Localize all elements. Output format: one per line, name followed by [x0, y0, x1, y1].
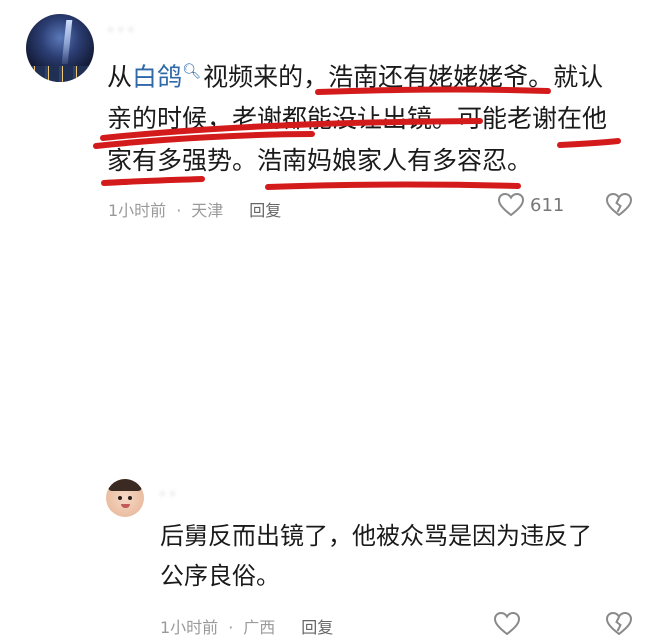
mention-search-icon[interactable]: 🔍︎	[182, 62, 201, 80]
avatar[interactable]	[106, 479, 144, 517]
avatar[interactable]	[26, 14, 94, 82]
heart-icon	[494, 612, 520, 636]
avatar-city-skyline	[26, 66, 94, 82]
avatar-mouth	[121, 504, 130, 508]
comment-line-text: 视频来的，浩南还有姥姥姥爷。就认	[203, 62, 604, 92]
username[interactable]: · · ·	[108, 20, 133, 39]
meta-separator: ·	[228, 618, 234, 637]
comment-time: 1小时前	[160, 618, 219, 637]
comment-line-1: 从白鸽🔍︎视频来的，浩南还有姥姥姥爷。就认	[107, 50, 642, 98]
comment-line-2: 亲的时候，老谢都能没让出镜。可能老谢在他	[107, 104, 608, 134]
broken-heart-icon	[606, 612, 632, 636]
username[interactable]: · ·	[160, 484, 175, 503]
comment-line-1: 后舅反而出镜了，他被众骂是因为违反了	[160, 522, 592, 550]
like-button[interactable]	[494, 612, 526, 636]
comment-line-2: 公序良俗。	[160, 562, 280, 590]
comment-time: 1小时前	[108, 201, 167, 220]
comment-location: 天津	[191, 201, 224, 220]
reply-button[interactable]: 回复	[249, 201, 281, 220]
comment-text: 从白鸽🔍︎视频来的，浩南还有姥姥姥爷。就认 亲的时候，老谢都能没让出镜。可能老谢…	[107, 50, 642, 182]
dislike-button[interactable]	[606, 612, 632, 640]
comment-text: 后舅反而出镜了，他被众骂是因为违反了 公序良俗。	[160, 516, 640, 596]
heart-icon	[498, 193, 524, 217]
comment-item: · · · 从白鸽🔍︎视频来的，浩南还有姥姥姥爷。就认 亲的时候，老谢都能没让出…	[0, 0, 660, 236]
avatar-light-beam	[61, 20, 73, 64]
avatar-eye	[118, 496, 122, 500]
broken-heart-icon	[606, 193, 632, 217]
comment-item: · · 后舅反而出镜了，他被众骂是因为违反了 公序良俗。 1小时前 · 广西 回复	[0, 236, 660, 637]
dislike-button[interactable]	[606, 193, 632, 221]
reply-button[interactable]: 回复	[301, 618, 333, 637]
meta-separator: ·	[176, 201, 182, 220]
comment-location: 广西	[243, 618, 276, 637]
like-button[interactable]: 611	[498, 193, 564, 217]
avatar-eye	[128, 496, 132, 500]
comment-line-3: 家有多强势。浩南妈娘家人有多容忍。	[107, 146, 533, 176]
comment-meta: 1小时前 · 广西 回复	[160, 614, 343, 638]
comment-meta: 1小时前 · 天津 回复	[108, 197, 291, 221]
comment-prefix: 从	[107, 62, 133, 92]
mention-link[interactable]: 白鸽	[132, 62, 182, 91]
avatar-hair	[108, 479, 142, 491]
like-count: 611	[530, 194, 565, 216]
